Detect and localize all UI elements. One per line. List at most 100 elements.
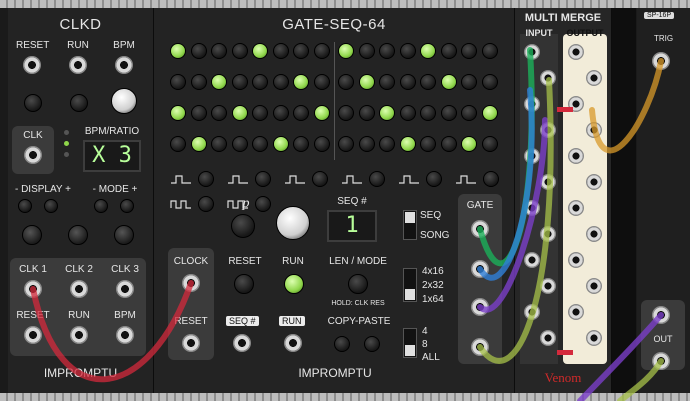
clkd-run-button[interactable] [70, 94, 88, 112]
step-button[interactable] [338, 105, 354, 121]
step-button[interactable] [190, 74, 207, 90]
step-button[interactable] [399, 43, 416, 59]
merge-output-jack[interactable] [568, 148, 584, 164]
step-button[interactable] [358, 74, 375, 90]
merge-input-jack[interactable] [540, 174, 556, 190]
step-button[interactable] [272, 105, 289, 121]
gate-mode-button[interactable] [255, 171, 271, 187]
step-button[interactable] [211, 105, 227, 121]
step-button[interactable] [440, 136, 457, 152]
merge-output-jack[interactable] [568, 200, 584, 216]
gate-output-1-jack[interactable] [471, 220, 489, 238]
mode-minus-button[interactable] [94, 199, 108, 213]
gate-mode-button[interactable] [426, 171, 442, 187]
merge-input-jack[interactable] [540, 226, 556, 242]
step-button[interactable] [399, 74, 416, 90]
merge-input-jack[interactable] [524, 148, 540, 164]
gate-mode-button[interactable] [312, 171, 328, 187]
step-button[interactable] [272, 74, 289, 90]
gate-mode-button[interactable] [198, 196, 214, 212]
run-cv-input-jack[interactable] [284, 334, 302, 352]
merge-output-jack[interactable] [586, 174, 602, 190]
gate-mode-button[interactable] [369, 171, 385, 187]
step-button[interactable] [420, 43, 436, 59]
merge-input-jack[interactable] [540, 330, 556, 346]
step-button[interactable] [231, 105, 248, 121]
step-button[interactable] [461, 136, 477, 152]
seq-cv-input-jack[interactable] [233, 334, 251, 352]
step-button[interactable] [420, 74, 436, 90]
step-button[interactable] [170, 136, 186, 152]
merge-input-jack[interactable] [524, 44, 540, 60]
trig-input-jack[interactable] [652, 52, 670, 70]
clk2-output-jack[interactable] [70, 280, 88, 298]
step-button[interactable] [358, 136, 375, 152]
step-button[interactable] [313, 43, 330, 59]
clkd-bpm-knob[interactable] [111, 88, 137, 114]
step-button[interactable] [481, 105, 498, 121]
gate-mode-button[interactable] [483, 171, 499, 187]
run-button[interactable] [284, 274, 304, 294]
mode-plus-button[interactable] [120, 199, 134, 213]
clk3-output-jack[interactable] [116, 280, 134, 298]
step-button[interactable] [293, 43, 309, 59]
step-button[interactable] [379, 74, 395, 90]
step-button[interactable] [440, 74, 457, 90]
merge-output-jack[interactable] [568, 304, 584, 320]
step-button[interactable] [211, 43, 227, 59]
step-button[interactable] [399, 136, 416, 152]
step-button[interactable] [440, 105, 457, 121]
step-button[interactable] [358, 105, 375, 121]
merge-output-jack[interactable] [586, 226, 602, 242]
step-button[interactable] [190, 105, 207, 121]
step-button[interactable] [231, 74, 248, 90]
merge-output-jack[interactable] [568, 252, 584, 268]
step-button[interactable] [293, 136, 309, 152]
step-button[interactable] [440, 43, 457, 59]
step-button[interactable] [293, 74, 309, 90]
step-button[interactable] [313, 105, 330, 121]
step-button[interactable] [379, 43, 395, 59]
step-button[interactable] [338, 43, 354, 59]
merge-input-jack[interactable] [524, 252, 540, 268]
step-button[interactable] [420, 105, 436, 121]
merge-output-jack[interactable] [586, 278, 602, 294]
step-button[interactable] [231, 43, 248, 59]
merge-input-jack[interactable] [540, 122, 556, 138]
step-button[interactable] [379, 105, 395, 121]
merge-output-jack[interactable] [586, 330, 602, 346]
clk1-ratio-knob[interactable] [22, 225, 42, 245]
display-plus-button[interactable] [44, 199, 58, 213]
step-button[interactable] [338, 74, 354, 90]
clkd-clk-output-jack[interactable] [24, 146, 42, 164]
copy-button[interactable] [334, 336, 350, 352]
step-button[interactable] [211, 74, 227, 90]
trig-cv-jack[interactable] [652, 306, 670, 324]
trig-output-jack[interactable] [652, 352, 670, 370]
probability-button[interactable] [231, 214, 255, 238]
step-button[interactable] [272, 43, 289, 59]
merge-input-jack[interactable] [524, 96, 540, 112]
merge-input-jack[interactable] [540, 278, 556, 294]
reset-input-jack[interactable] [182, 334, 200, 352]
gate-mode-button[interactable] [255, 196, 271, 212]
copy-count-switch[interactable] [403, 328, 417, 358]
clk1-output-jack[interactable] [24, 280, 42, 298]
step-button[interactable] [420, 136, 436, 152]
clkd-reset-input-jack[interactable] [23, 56, 41, 74]
merge-output-jack[interactable] [586, 122, 602, 138]
merge-output-jack[interactable] [568, 44, 584, 60]
step-button[interactable] [190, 43, 207, 59]
merge-input-jack[interactable] [524, 304, 540, 320]
step-button[interactable] [379, 136, 395, 152]
step-button[interactable] [211, 136, 227, 152]
clk2-ratio-knob[interactable] [68, 225, 88, 245]
step-button[interactable] [293, 105, 309, 121]
display-minus-button[interactable] [18, 199, 32, 213]
step-button[interactable] [170, 105, 186, 121]
step-button[interactable] [461, 105, 477, 121]
step-button[interactable] [170, 74, 186, 90]
clkd-bpm-input-jack[interactable] [115, 56, 133, 74]
step-button[interactable] [399, 105, 416, 121]
step-button[interactable] [461, 43, 477, 59]
